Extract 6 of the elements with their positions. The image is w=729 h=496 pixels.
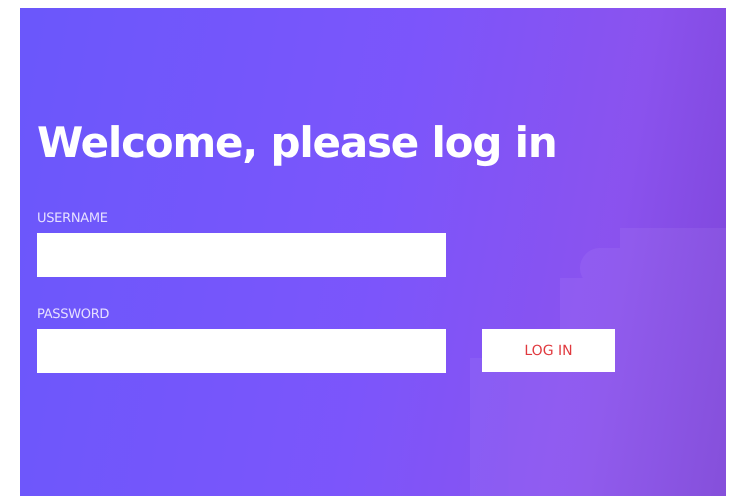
page-title: Welcome, please log in: [37, 118, 558, 167]
password-field[interactable]: [37, 329, 446, 373]
username-field[interactable]: [37, 233, 446, 277]
field-label: PASSWORD: [37, 307, 110, 322]
login-button[interactable]: LOG IN: [482, 329, 615, 372]
field-label: USERNAME: [37, 211, 109, 226]
